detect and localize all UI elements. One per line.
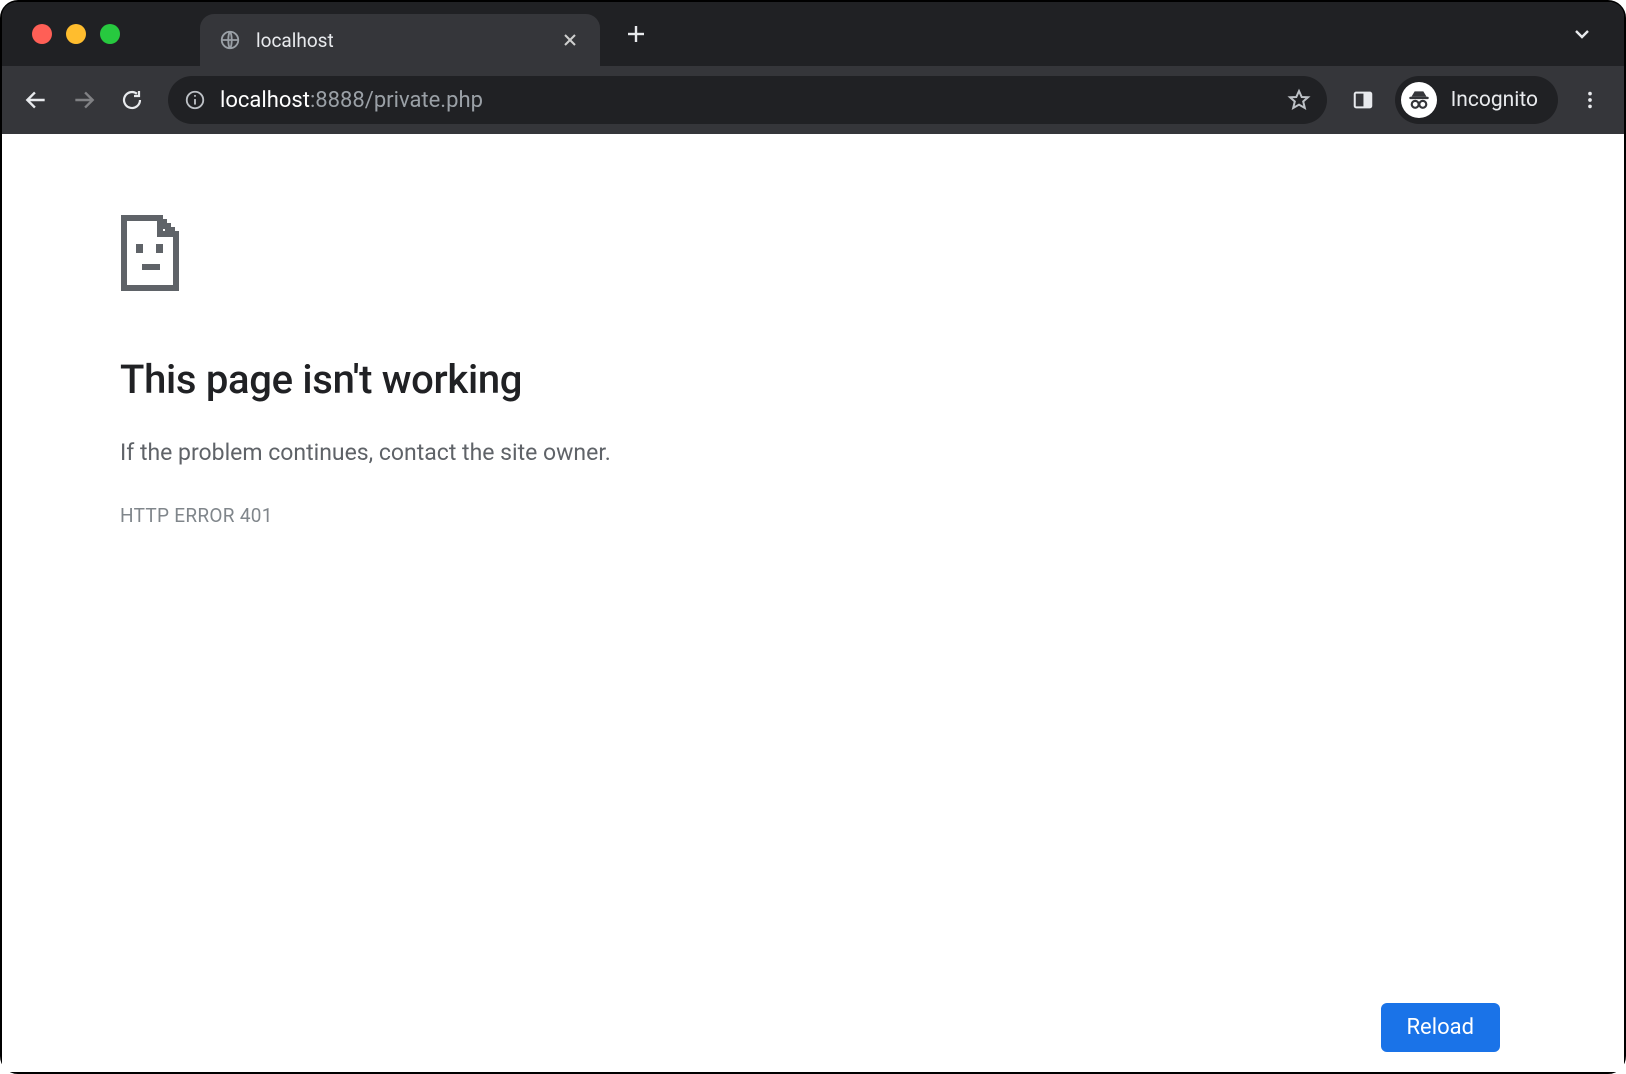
window-close-button[interactable]	[32, 24, 52, 44]
tab-list-button[interactable]	[1562, 14, 1602, 54]
close-icon	[562, 32, 578, 48]
site-info-button[interactable]	[184, 89, 206, 111]
url-path: :8888/private.php	[310, 88, 483, 113]
forward-button[interactable]	[62, 78, 106, 122]
globe-icon	[218, 28, 242, 52]
error-code: HTTP ERROR 401	[120, 504, 762, 527]
browser-toolbar: localhost:8888/private.php Incognito	[2, 66, 1624, 134]
back-button[interactable]	[14, 78, 58, 122]
error-container: This page isn't working If the problem c…	[2, 134, 762, 527]
error-message: If the problem continues, contact the si…	[120, 439, 762, 466]
window-zoom-button[interactable]	[100, 24, 120, 44]
info-icon	[184, 89, 206, 111]
arrow-right-icon	[71, 87, 97, 113]
window-minimize-button[interactable]	[66, 24, 86, 44]
side-panel-button[interactable]	[1341, 78, 1385, 122]
reload-icon	[120, 88, 144, 112]
plus-icon	[625, 23, 647, 45]
incognito-indicator: Incognito	[1395, 76, 1558, 124]
reload-toolbar-button[interactable]	[110, 78, 154, 122]
page-content: This page isn't working If the problem c…	[2, 134, 1624, 1072]
reload-button[interactable]: Reload	[1381, 1003, 1501, 1052]
error-heading: This page isn't working	[120, 356, 762, 403]
incognito-label: Incognito	[1451, 88, 1538, 112]
tab-title: localhost	[256, 29, 558, 52]
tab-strip: localhost	[2, 2, 1624, 66]
star-icon	[1287, 88, 1311, 112]
url-text: localhost:8888/private.php	[220, 88, 1287, 113]
browser-menu-button[interactable]	[1568, 78, 1612, 122]
sad-document-icon	[120, 214, 180, 292]
arrow-left-icon	[23, 87, 49, 113]
browser-tab[interactable]: localhost	[200, 14, 600, 66]
incognito-icon	[1401, 82, 1437, 118]
close-tab-button[interactable]	[558, 28, 582, 52]
url-host: localhost	[220, 88, 310, 113]
new-tab-button[interactable]	[616, 14, 656, 54]
kebab-icon	[1579, 89, 1601, 111]
chevron-down-icon	[1572, 24, 1592, 44]
address-bar[interactable]: localhost:8888/private.php	[168, 76, 1327, 124]
bookmark-button[interactable]	[1287, 88, 1311, 112]
window-controls	[32, 24, 120, 44]
panel-icon	[1352, 89, 1374, 111]
